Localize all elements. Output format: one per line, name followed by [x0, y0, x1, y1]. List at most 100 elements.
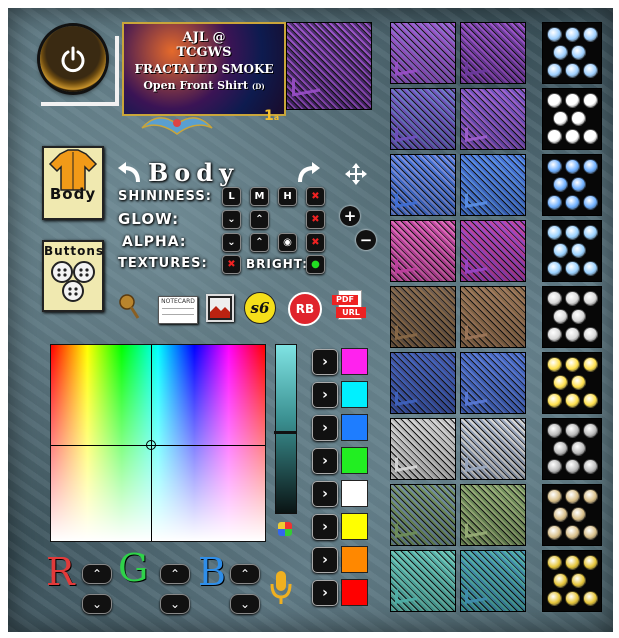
- apply-preset-button[interactable]: ›: [312, 349, 338, 375]
- button-texture-thumb[interactable]: [542, 550, 602, 612]
- preset-color-swatch[interactable]: [341, 513, 368, 540]
- shirt-texture-thumb[interactable]: [390, 352, 456, 414]
- button-texture-thumb[interactable]: [542, 484, 602, 546]
- glow-off-button[interactable]: ✖: [306, 210, 325, 229]
- microphone-icon[interactable]: [270, 570, 292, 606]
- alpha-down-button[interactable]: ⌄: [222, 233, 241, 252]
- shirt-texture-thumb[interactable]: [390, 550, 456, 612]
- shirt-texture-thumb[interactable]: [460, 154, 526, 216]
- shirt-texture-thumb[interactable]: [390, 418, 456, 480]
- section-title: Body: [148, 158, 240, 187]
- preset-color-swatch[interactable]: [341, 480, 368, 507]
- red-up-button[interactable]: ⌃: [82, 564, 112, 584]
- move-icon[interactable]: [344, 162, 368, 186]
- palette-icon[interactable]: [278, 522, 292, 536]
- texture-hud: AJL @ TCGWS FRACTALED SMOKE Open Front S…: [8, 8, 613, 632]
- shirt-texture-thumb[interactable]: [460, 22, 526, 84]
- shininess-high-button[interactable]: H: [278, 187, 297, 206]
- pin-icon[interactable]: [118, 294, 140, 320]
- button-texture-thumb[interactable]: [542, 22, 602, 84]
- preset-color-swatch[interactable]: [341, 579, 368, 606]
- button-swatch-dot: [583, 459, 598, 474]
- apply-preset-button[interactable]: ›: [312, 415, 338, 441]
- notecard-button[interactable]: NOTECARD: [158, 296, 198, 324]
- power-button[interactable]: [40, 26, 106, 92]
- image-button[interactable]: [206, 294, 234, 322]
- button-swatch-dot: [553, 375, 568, 390]
- shininess-off-button[interactable]: ✖: [306, 187, 325, 206]
- s6-button[interactable]: s6: [244, 292, 276, 324]
- shirt-texture-thumb[interactable]: [460, 418, 526, 480]
- preset-color-swatch[interactable]: [341, 381, 368, 408]
- button-swatch-dot: [547, 63, 562, 78]
- shirt-texture-thumb[interactable]: [390, 22, 456, 84]
- button-texture-thumb[interactable]: [542, 418, 602, 480]
- textures-off-button[interactable]: ✖: [222, 255, 241, 274]
- button-swatch-dot: [571, 243, 586, 258]
- button-texture-thumb[interactable]: [542, 154, 602, 216]
- alpha-off-button[interactable]: ✖: [306, 233, 325, 252]
- button-swatch-dot: [565, 129, 580, 144]
- button-texture-thumb[interactable]: [542, 220, 602, 282]
- blue-down-button[interactable]: ⌄: [230, 594, 260, 614]
- buttons-category-button[interactable]: Buttons: [42, 240, 104, 312]
- minus-icon[interactable]: −: [356, 230, 376, 250]
- button-swatch-dot: [565, 261, 580, 276]
- brand-banner: AJL @ TCGWS FRACTALED SMOKE Open Front S…: [122, 22, 286, 116]
- shirt-texture-thumb[interactable]: [460, 550, 526, 612]
- shirt-texture-thumb[interactable]: [390, 154, 456, 216]
- pdf-url-button[interactable]: PDF URL: [332, 290, 368, 322]
- button-swatch-dot: [547, 195, 562, 210]
- rb-button[interactable]: RB: [288, 292, 322, 326]
- shirt-texture-thumb[interactable]: [390, 88, 456, 150]
- blue-up-button[interactable]: ⌃: [230, 564, 260, 584]
- brightness-slider[interactable]: [274, 344, 297, 514]
- green-up-button[interactable]: ⌃: [160, 564, 190, 584]
- preset-color-swatch[interactable]: [341, 447, 368, 474]
- apply-preset-button[interactable]: ›: [312, 481, 338, 507]
- shirt-texture-thumb[interactable]: [460, 352, 526, 414]
- picker-crosshair[interactable]: [146, 440, 156, 450]
- button-swatch-dot: [583, 225, 598, 240]
- green-down-button[interactable]: ⌄: [160, 594, 190, 614]
- shininess-low-button[interactable]: L: [222, 187, 241, 206]
- shirt-texture-thumb[interactable]: [460, 220, 526, 282]
- alpha-up-button[interactable]: ⌃: [250, 233, 269, 252]
- shirt-texture-thumb[interactable]: [460, 484, 526, 546]
- product-name: Open Front Shirt: [143, 79, 249, 92]
- button-swatch-dot: [571, 441, 586, 456]
- button-texture-thumb[interactable]: [542, 286, 602, 348]
- button-swatch-dot: [565, 27, 580, 42]
- apply-preset-button[interactable]: ›: [312, 382, 338, 408]
- bright-toggle-button[interactable]: ●: [306, 255, 325, 274]
- alpha-eye-button[interactable]: ◉: [278, 233, 297, 252]
- apply-preset-button[interactable]: ›: [312, 448, 338, 474]
- shirt-texture-thumb[interactable]: [390, 484, 456, 546]
- apply-preset-button[interactable]: ›: [312, 514, 338, 540]
- preset-color-swatch[interactable]: [341, 414, 368, 441]
- color-picker-field[interactable]: [50, 344, 266, 542]
- plus-icon[interactable]: +: [340, 206, 360, 226]
- textures-label: TEXTURES:: [118, 256, 208, 271]
- apply-preset-button[interactable]: ›: [312, 580, 338, 606]
- button-texture-thumb[interactable]: [542, 352, 602, 414]
- red-down-button[interactable]: ⌄: [82, 594, 112, 614]
- undo-arrow-icon[interactable]: [116, 162, 142, 184]
- shirt-texture-thumb[interactable]: [390, 286, 456, 348]
- glow-down-button[interactable]: ⌄: [222, 210, 241, 229]
- pdf-label: PDF: [332, 295, 358, 305]
- redo-arrow-icon[interactable]: [296, 162, 322, 184]
- preset-color-swatch[interactable]: [341, 546, 368, 573]
- apply-preset-button[interactable]: ›: [312, 547, 338, 573]
- brightness-slider-knob[interactable]: [274, 431, 296, 434]
- preset-color-swatch[interactable]: [341, 348, 368, 375]
- body-category-label: Body: [49, 185, 97, 203]
- button-texture-thumb[interactable]: [542, 88, 602, 150]
- glow-up-button[interactable]: ⌃: [250, 210, 269, 229]
- shirt-texture-thumb[interactable]: [460, 88, 526, 150]
- bright-label: BRIGHT:: [246, 257, 309, 271]
- shirt-texture-thumb[interactable]: [390, 220, 456, 282]
- body-category-button[interactable]: Body: [42, 146, 104, 220]
- shirt-texture-thumb[interactable]: [460, 286, 526, 348]
- shininess-medium-button[interactable]: M: [250, 187, 269, 206]
